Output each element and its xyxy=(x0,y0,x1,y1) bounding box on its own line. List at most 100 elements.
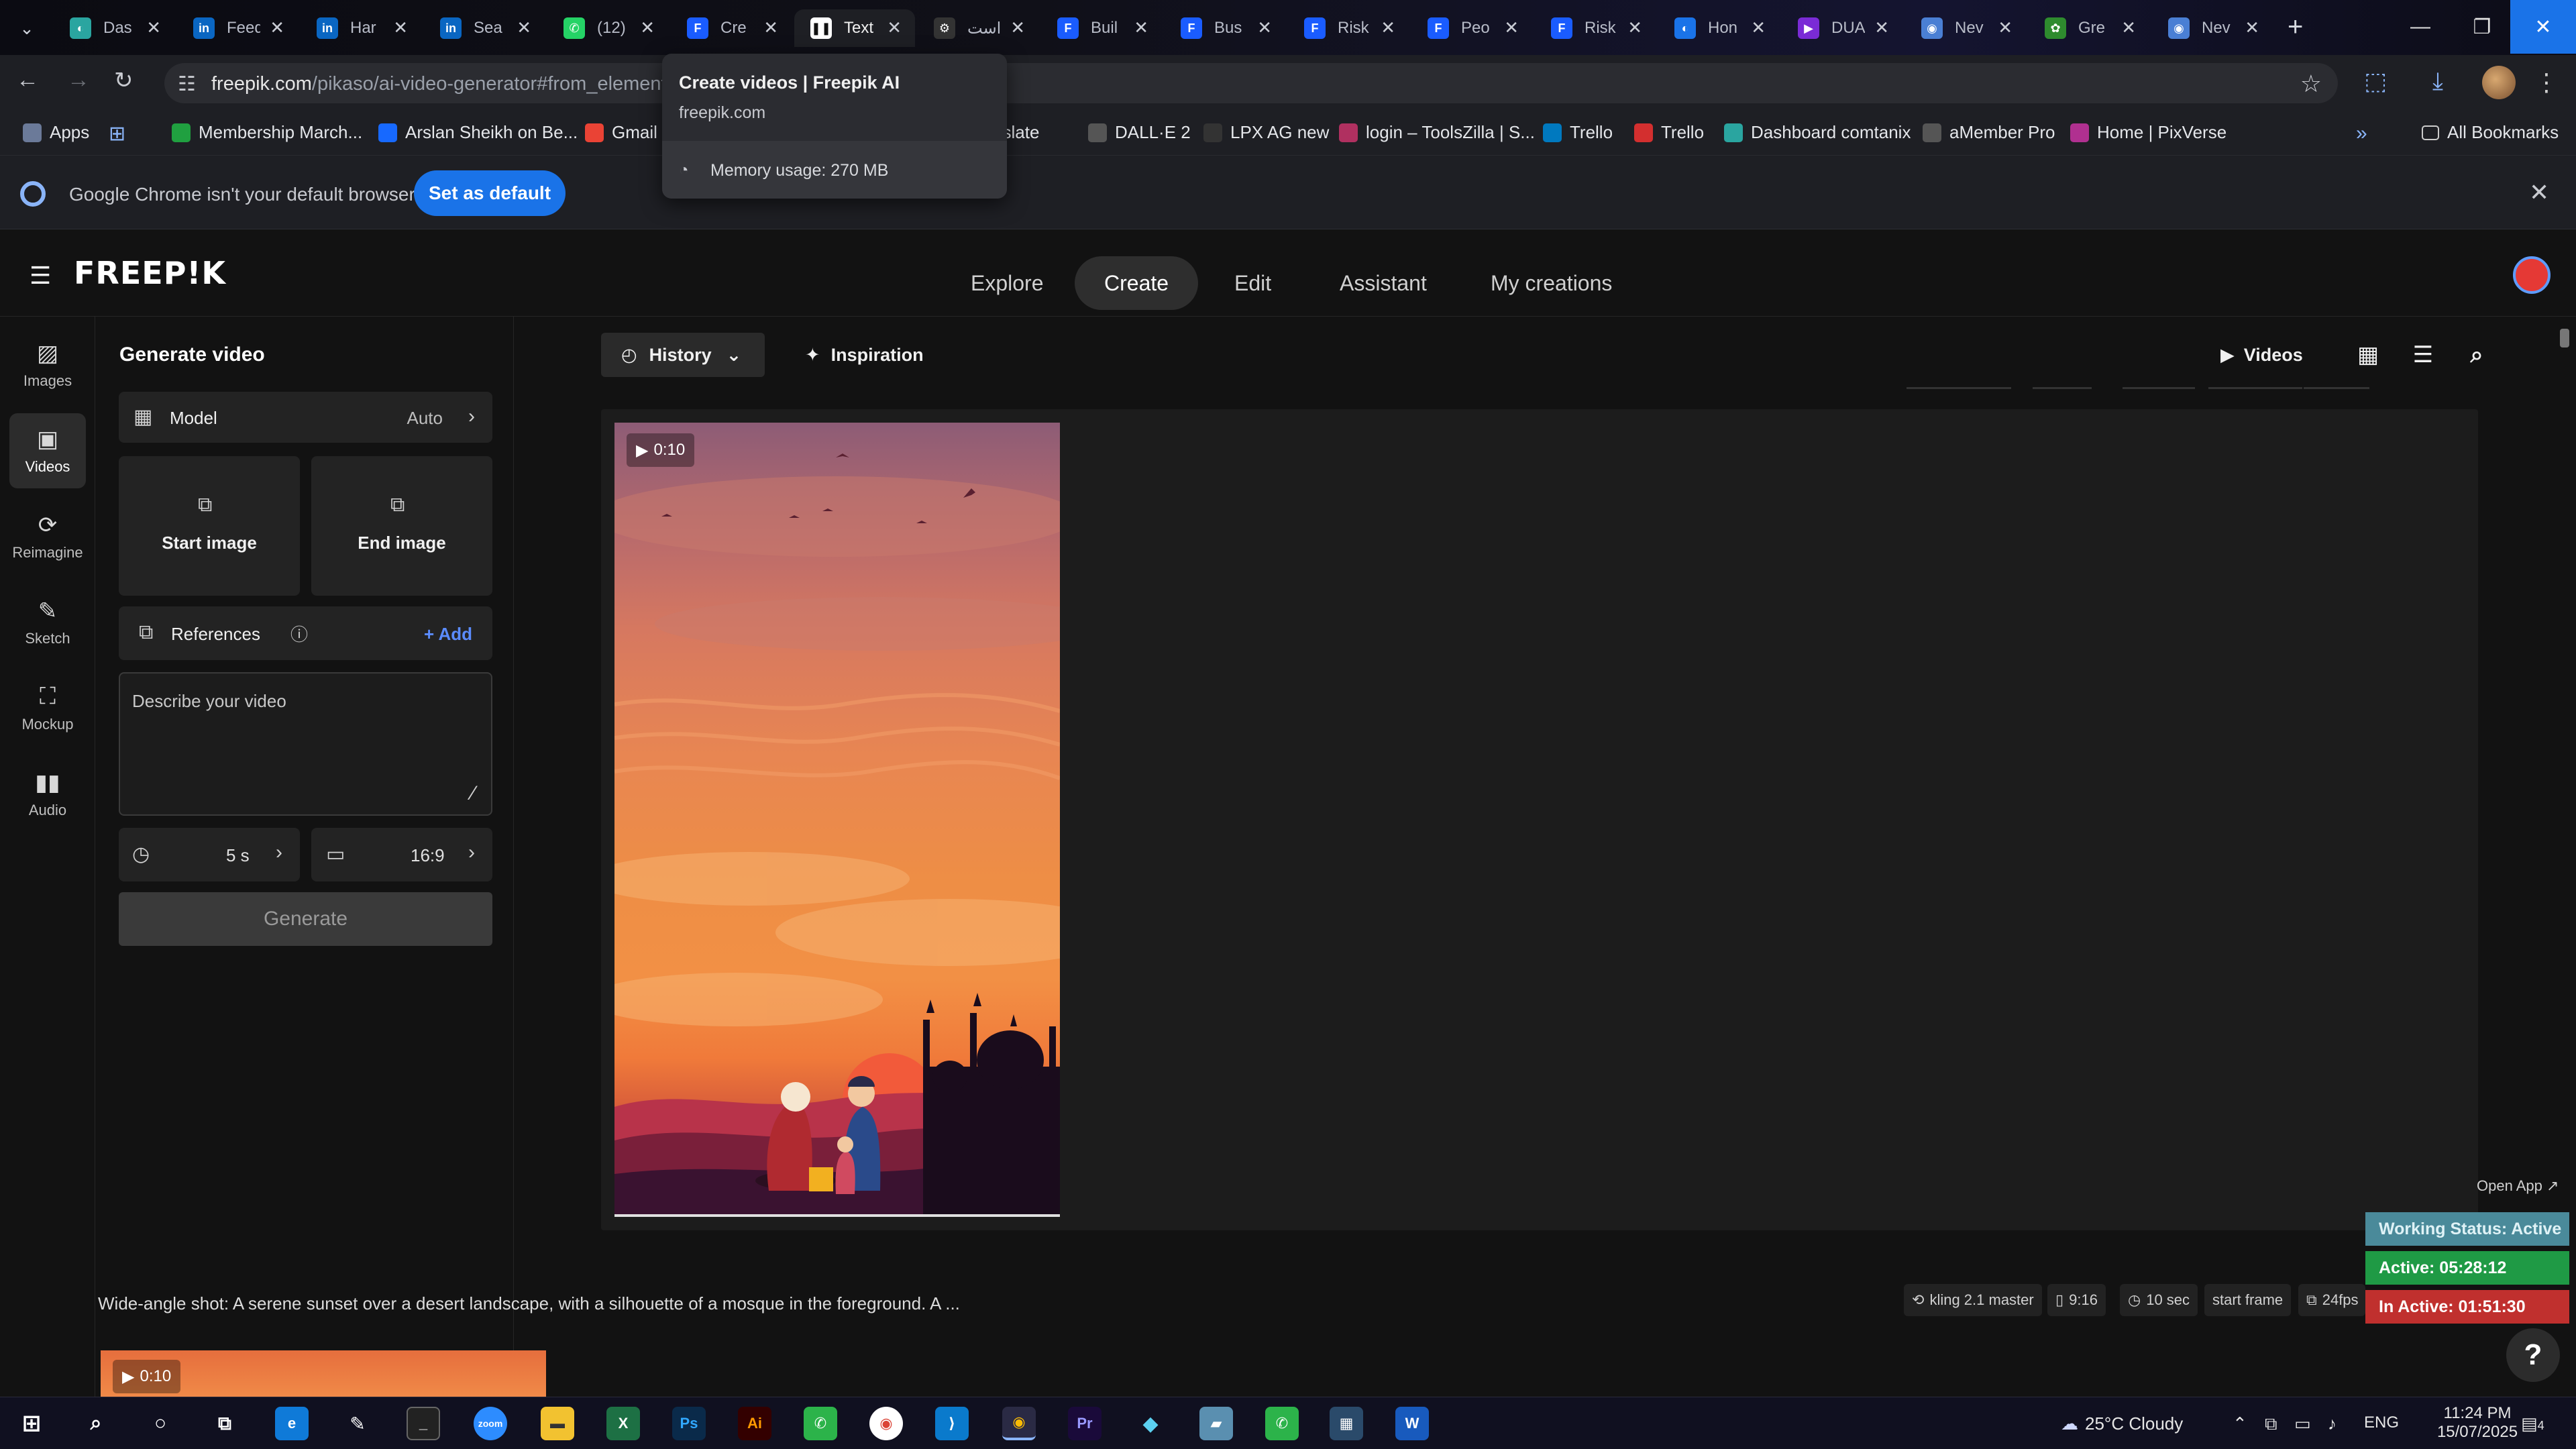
cortana-icon[interactable]: ○ xyxy=(144,1407,177,1440)
bookmark-item[interactable]: DALL·E 2 xyxy=(1088,122,1191,143)
freepik-logo[interactable]: FREEP!K xyxy=(74,255,226,291)
close-tab-icon[interactable]: ✕ xyxy=(1257,17,1272,38)
set-default-button[interactable]: Set as default xyxy=(414,170,566,216)
nav-explore[interactable]: Explore xyxy=(941,256,1073,310)
rail-mockup[interactable]: ⛶ Mockup xyxy=(9,671,86,746)
rail-audio[interactable]: ▮▮ Audio xyxy=(9,757,86,832)
rail-sketch[interactable]: ✎ Sketch xyxy=(9,585,86,660)
close-tab-icon[interactable]: ✕ xyxy=(393,17,408,38)
close-infobar-icon[interactable]: ✕ xyxy=(2529,178,2549,207)
filter-sliders-icon[interactable]: ☰ xyxy=(2404,333,2442,377)
address-bar[interactable]: ☷ freepik.com/pikaso/ai-video-generator#… xyxy=(164,63,2338,103)
word-icon[interactable]: W xyxy=(1395,1407,1429,1440)
close-tab-icon[interactable]: ✕ xyxy=(517,17,531,38)
browser-tab[interactable]: F Risk ✕ xyxy=(1535,9,1656,47)
all-bookmarks[interactable]: All Bookmarks xyxy=(2422,122,2559,143)
bookmark-item[interactable]: LPX AG new xyxy=(1203,122,1329,143)
bookmark-item[interactable]: Dashboard comtanix xyxy=(1724,122,1911,143)
zoom-icon[interactable]: zoom xyxy=(474,1407,507,1440)
video-thumbnail-2[interactable]: ▶ 0:10 xyxy=(101,1350,546,1397)
bookmarks-overflow-icon[interactable]: » xyxy=(2356,122,2367,145)
bookmark-item[interactable]: Trello xyxy=(1543,122,1613,143)
browser-tab[interactable]: F Buil ✕ xyxy=(1041,9,1162,47)
model-selector[interactable]: ▦ Model Auto › xyxy=(119,392,492,443)
help-button[interactable]: ? xyxy=(2506,1328,2560,1382)
bookmark-item[interactable]: Arslan Sheikh on Be... xyxy=(378,122,578,143)
rail-images[interactable]: ▨ Images xyxy=(9,327,86,402)
language-indicator[interactable]: ENG xyxy=(2364,1413,2399,1432)
grid-view-icon[interactable]: ▦ xyxy=(2349,333,2387,377)
video-thumbnail[interactable]: ▶ 0:10 xyxy=(614,423,1060,1217)
scrollbar-thumb[interactable] xyxy=(2560,329,2569,347)
bookmark-item[interactable]: aMember Pro xyxy=(1923,122,2055,143)
browser-tab[interactable]: F Risk ✕ xyxy=(1288,9,1409,47)
search-icon[interactable]: ⌕ xyxy=(2458,333,2496,377)
close-tab-icon[interactable]: ✕ xyxy=(763,17,778,38)
chrome-active-icon[interactable]: ◉ xyxy=(1002,1407,1036,1440)
close-tab-icon[interactable]: ✕ xyxy=(1751,17,1766,38)
browser-tab[interactable]: in Har ✕ xyxy=(301,9,421,47)
restore-button[interactable]: ❐ xyxy=(2449,0,2516,54)
duration-selector[interactable]: ◷ 5 s › xyxy=(119,828,300,881)
result-prompt[interactable]: Wide-angle shot: A serene sunset over a … xyxy=(98,1293,960,1314)
close-tab-icon[interactable]: ✕ xyxy=(146,17,161,38)
browser-tab[interactable]: F Peo ✕ xyxy=(1411,9,1532,47)
bookmark-item[interactable]: Home | PixVerse xyxy=(2070,122,2226,143)
extension-icon[interactable]: ⬚ xyxy=(2364,67,2387,95)
nav-create[interactable]: Create xyxy=(1075,256,1199,310)
bookmark-item[interactable]: Trello xyxy=(1634,122,1704,143)
close-tab-icon[interactable]: ✕ xyxy=(1010,17,1025,38)
file-explorer-icon[interactable]: ▬ xyxy=(541,1407,574,1440)
browser-tab[interactable]: ◐ Das ✕ xyxy=(54,9,174,47)
browser-tab[interactable]: F Cre ✕ xyxy=(671,9,792,47)
minimize-button[interactable]: — xyxy=(2387,0,2454,54)
close-tab-icon[interactable]: ✕ xyxy=(887,17,902,38)
bookmark-item[interactable]: Apps xyxy=(23,122,89,143)
terminal-icon[interactable]: _ xyxy=(407,1407,440,1440)
phone-app-icon[interactable]: ✆ xyxy=(804,1407,837,1440)
close-tab-icon[interactable]: ✕ xyxy=(1874,17,1889,38)
task-view-icon[interactable]: ⧉ xyxy=(208,1407,241,1440)
close-tab-icon[interactable]: ✕ xyxy=(1627,17,1642,38)
excel-icon[interactable]: X xyxy=(606,1407,640,1440)
browser-tab[interactable]: ◉ Nev ✕ xyxy=(1905,9,2026,47)
site-info-icon[interactable]: ☷ xyxy=(178,72,196,96)
browser-tab[interactable]: ◉ Nev ✕ xyxy=(2152,9,2273,47)
notes-icon[interactable]: ▰ xyxy=(1199,1407,1233,1440)
reload-icon[interactable]: ↻ xyxy=(114,67,133,94)
prompt-textarea[interactable]: Describe your video ⁄ xyxy=(119,672,492,816)
browser-tab[interactable]: F Bus ✕ xyxy=(1165,9,1285,47)
inspiration-button[interactable]: ✦ Inspiration xyxy=(794,333,934,377)
apps-grid-icon[interactable]: ⊞ xyxy=(109,122,125,146)
volume-icon[interactable]: ♪ xyxy=(2328,1413,2337,1434)
info-icon[interactable]: ⓘ xyxy=(290,621,308,646)
generate-button[interactable]: Generate xyxy=(119,892,492,946)
photoshop-icon[interactable]: Ps xyxy=(672,1407,706,1440)
profile-avatar[interactable] xyxy=(2482,66,2516,99)
browser-tab[interactable]: ❚❚ Text ✕ xyxy=(794,9,915,47)
bookmark-item[interactable]: Gmail xyxy=(585,122,657,143)
phone-app-2-icon[interactable]: ✆ xyxy=(1265,1407,1299,1440)
hamburger-menu-icon[interactable]: ☰ xyxy=(30,262,51,290)
browser-tab[interactable]: ✿ Gre ✕ xyxy=(2029,9,2149,47)
edge-icon[interactable]: e xyxy=(275,1407,309,1440)
download-icon[interactable]: ⤓ xyxy=(2432,67,2443,96)
history-dropdown[interactable]: ◴ History ⌄ xyxy=(601,333,765,377)
app-diamond-icon[interactable]: ◆ xyxy=(1134,1407,1167,1440)
notifications-icon[interactable]: ▤4 xyxy=(2521,1413,2544,1434)
tray-network-icon[interactable]: ⧉ xyxy=(2265,1413,2277,1435)
browser-tab[interactable]: ⚙ است ✕ xyxy=(918,9,1038,47)
forward-icon[interactable]: → xyxy=(67,67,90,93)
user-avatar[interactable] xyxy=(2513,256,2551,294)
browser-tab[interactable]: ▶ DUA ✕ xyxy=(1782,9,1902,47)
close-tab-icon[interactable]: ✕ xyxy=(270,17,284,38)
menu-kebab-icon[interactable]: ⋮ xyxy=(2534,68,2559,97)
clock[interactable]: 11:24 PM 15/07/2025 xyxy=(2420,1404,2534,1442)
search-icon[interactable]: ⌕ xyxy=(79,1407,113,1440)
weather-widget[interactable]: ☁ 25°C Cloudy xyxy=(2061,1413,2183,1434)
videos-filter[interactable]: ▶ Videos xyxy=(2210,333,2314,377)
vscode-icon[interactable]: ⟩ xyxy=(935,1407,969,1440)
close-window-button[interactable]: ✕ xyxy=(2510,0,2576,54)
browser-tab[interactable]: ✆ (12) ✕ xyxy=(547,9,668,47)
new-tab-button[interactable]: + xyxy=(2288,12,2303,42)
